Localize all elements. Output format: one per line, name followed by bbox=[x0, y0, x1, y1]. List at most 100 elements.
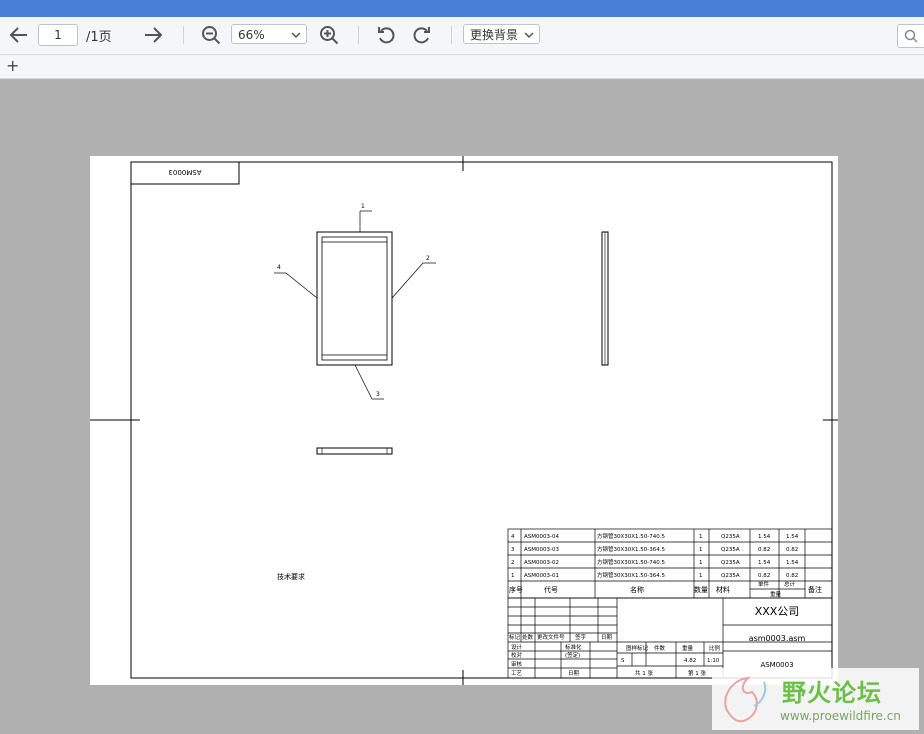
file-name: asm0003.asm bbox=[749, 634, 806, 643]
toolbar-separator bbox=[183, 26, 184, 44]
drawing-frame bbox=[130, 161, 833, 679]
bom-cell: 2 bbox=[511, 560, 515, 566]
bom-cell: 0.82 bbox=[758, 547, 770, 553]
bom-header-code: 代号 bbox=[544, 585, 558, 594]
bom-cell: 0.82 bbox=[758, 573, 770, 579]
std-label: 标准化 bbox=[565, 643, 582, 651]
bom-cell: 1 bbox=[699, 534, 703, 540]
balloon-1: 1 bbox=[361, 203, 365, 210]
bom-cell: 0.82 bbox=[786, 547, 798, 553]
scale-value: 1:10 bbox=[707, 658, 720, 664]
weight-label: 重量 bbox=[682, 644, 694, 652]
watermark-url: www.proewildfire.cn bbox=[780, 709, 901, 723]
bom-header-remark: 备注 bbox=[808, 585, 822, 594]
zoom-value: 66% bbox=[238, 28, 265, 42]
change-background-label: 更换背景 bbox=[470, 28, 519, 42]
search-input[interactable] bbox=[897, 24, 924, 48]
flame-logo-icon bbox=[724, 676, 767, 723]
bom-cell: 方钢管30X30X1.50-364.5 bbox=[597, 571, 666, 579]
bom-cell: ASM0003-01 bbox=[524, 573, 559, 579]
rotate-ccw-icon bbox=[378, 27, 395, 44]
rotate-right-button[interactable] bbox=[411, 24, 433, 46]
bom-cell: 方钢管30X30X1.50-740.5 bbox=[597, 558, 666, 566]
tab-bar: + bbox=[0, 55, 924, 79]
drawing-page: ASM0003 1 2 3 4 技术要求 4 ASM0003-04 方钢管30X… bbox=[90, 156, 838, 685]
bom-rows: 4 ASM0003-04 方钢管30X30X1.50-740.5 1 Q235A… bbox=[511, 532, 799, 579]
bom-header-weight: 重量 bbox=[770, 590, 782, 598]
arrow-right-icon bbox=[145, 27, 163, 43]
balloon-2: 2 bbox=[426, 255, 430, 262]
bom-cell: ASM0003-02 bbox=[524, 560, 559, 566]
top-view bbox=[316, 447, 393, 455]
role-label: 审核 bbox=[511, 660, 523, 668]
bom-cell: Q235A bbox=[721, 573, 740, 579]
company-name: XXX公司 bbox=[755, 605, 800, 618]
role-label: 工艺 bbox=[511, 670, 523, 677]
role-label: 设计 bbox=[511, 643, 523, 651]
bom-header-unit: 单件 bbox=[758, 580, 770, 588]
rev-label: 处数 bbox=[522, 633, 534, 641]
std-sign: (签定) bbox=[565, 651, 580, 659]
stage-label: 图样标记 bbox=[626, 644, 649, 652]
bom-header-name: 名称 bbox=[630, 585, 644, 594]
prev-page-button[interactable] bbox=[8, 24, 30, 46]
balloon-3: 3 bbox=[376, 391, 380, 398]
rev-label: 更改文件号 bbox=[537, 633, 565, 641]
bom-cell: 1.54 bbox=[786, 534, 799, 540]
frame-inner bbox=[321, 236, 388, 361]
bom-cell: 1 bbox=[699, 573, 703, 579]
engineering-drawing: ASM0003 1 2 3 4 技术要求 4 ASM0003-04 方钢管30X… bbox=[90, 156, 838, 685]
zoom-in-icon bbox=[320, 26, 339, 45]
zoom-in-button[interactable] bbox=[318, 24, 340, 46]
bom-cell: ASM0003-04 bbox=[524, 534, 559, 540]
bom-cell: 4 bbox=[511, 534, 515, 540]
weight-value: 4.82 bbox=[684, 658, 696, 664]
zoom-select[interactable]: 66% bbox=[231, 24, 307, 44]
bom-cell: 1.54 bbox=[786, 560, 799, 566]
zoom-out-icon bbox=[202, 26, 221, 45]
sheet-number: 第 1 张 bbox=[688, 669, 706, 677]
balloon-4: 4 bbox=[277, 264, 281, 271]
rotate-left-button[interactable] bbox=[375, 24, 397, 46]
viewer-toolbar: 1 /1页 66% 更换背景 bbox=[0, 17, 924, 55]
bom-cell: 1.54 bbox=[758, 534, 771, 540]
bom-header-qty: 数量 bbox=[694, 585, 708, 594]
bom-cell: 1 bbox=[699, 547, 703, 553]
add-tab-button[interactable]: + bbox=[6, 55, 19, 77]
bom-cell: 1 bbox=[699, 560, 703, 566]
page-total-label: /1页 bbox=[86, 30, 112, 45]
rev-label: 标记 bbox=[509, 633, 521, 641]
search-icon bbox=[904, 29, 918, 43]
rev-label: 日期 bbox=[601, 634, 613, 641]
bom-cell: 1 bbox=[511, 573, 515, 579]
window-title-bar bbox=[0, 0, 924, 17]
bom-cell: 方钢管30X30X1.50-364.5 bbox=[597, 545, 666, 553]
toolbar-separator bbox=[358, 26, 359, 44]
rev-label: 签字 bbox=[575, 633, 587, 641]
bom-header-total: 总计 bbox=[784, 580, 796, 588]
bom-cell: ASM0003-03 bbox=[524, 547, 559, 553]
change-background-button[interactable]: 更换背景 bbox=[463, 24, 540, 44]
bom-cell: Q235A bbox=[721, 547, 740, 553]
scale-label: 比例 bbox=[709, 644, 721, 652]
bom-cell: 方钢管30X30X1.50-740.5 bbox=[597, 532, 666, 540]
site-watermark: 野火论坛 www.proewildfire.cn bbox=[712, 668, 919, 730]
bom-header-material: 材料 bbox=[716, 585, 730, 594]
next-page-button[interactable] bbox=[142, 24, 164, 46]
sheets-total: 共 1 张 bbox=[635, 669, 653, 677]
bom-cell: 3 bbox=[511, 547, 515, 553]
chevron-down-icon bbox=[290, 25, 302, 51]
stage-value: S bbox=[621, 658, 625, 664]
chevron-down-icon bbox=[523, 25, 535, 51]
code-box-text: ASM0003 bbox=[168, 168, 201, 176]
role-label: 校对 bbox=[511, 651, 523, 659]
date-label: 日期 bbox=[568, 670, 580, 677]
zoom-out-button[interactable] bbox=[200, 24, 222, 46]
page-number-input[interactable]: 1 bbox=[38, 24, 78, 46]
toolbar-separator bbox=[451, 26, 452, 44]
bom-cell: Q235A bbox=[721, 560, 740, 566]
bom-cell: Q235A bbox=[721, 534, 740, 540]
watermark-text: 野火论坛 bbox=[782, 679, 882, 707]
bom-cell: 1.54 bbox=[758, 560, 771, 566]
frame-outer bbox=[316, 231, 393, 366]
